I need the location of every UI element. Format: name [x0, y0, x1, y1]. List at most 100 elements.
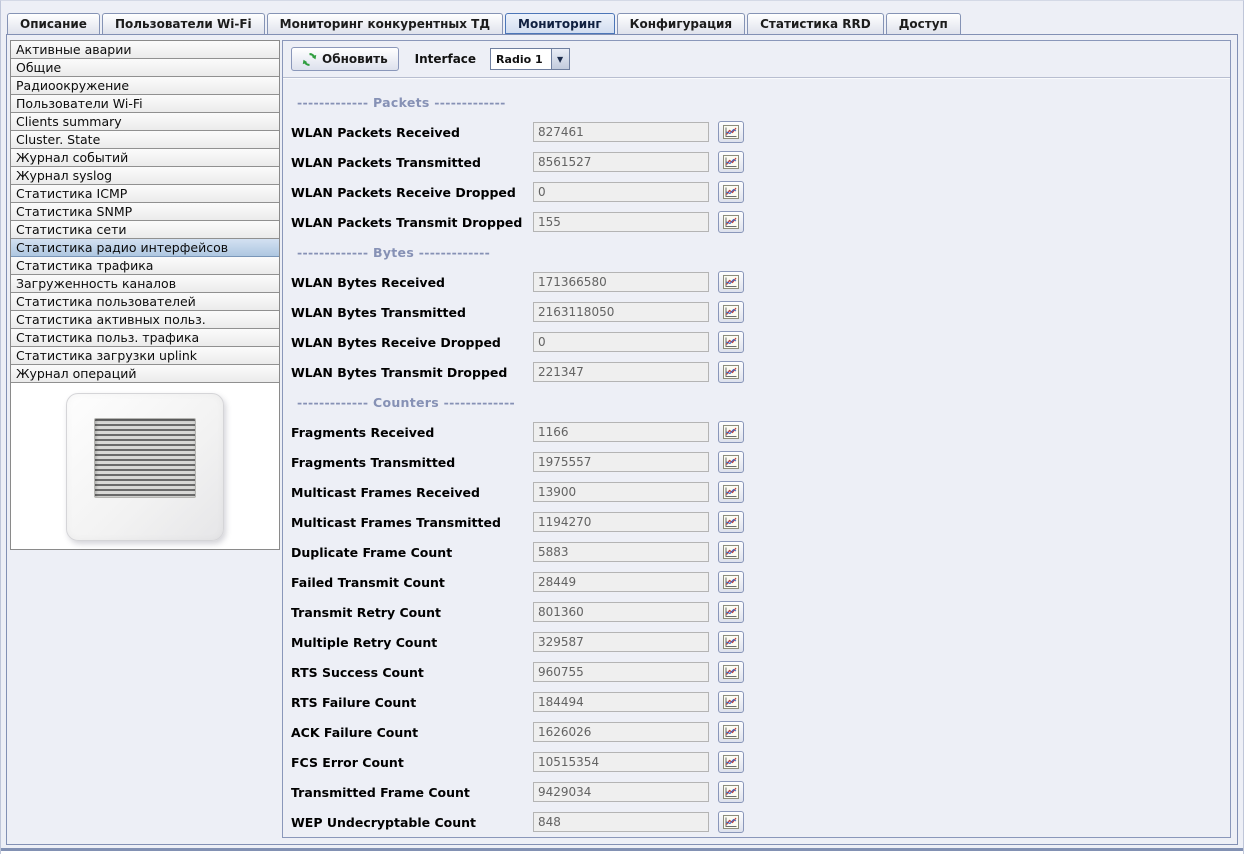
- refresh-button[interactable]: Обновить: [291, 47, 399, 71]
- sidebar-item[interactable]: Радиоокружение: [11, 77, 279, 95]
- chart-button[interactable]: [718, 751, 744, 773]
- stat-value-field[interactable]: [533, 272, 709, 292]
- stat-value-field[interactable]: [533, 302, 709, 322]
- tab-3[interactable]: Мониторинг: [505, 13, 615, 34]
- stat-value-field[interactable]: [533, 752, 709, 772]
- stat-label: Fragments Received: [291, 425, 533, 440]
- chart-button[interactable]: [718, 661, 744, 683]
- chart-button[interactable]: [718, 721, 744, 743]
- chart-button[interactable]: [718, 811, 744, 833]
- chart-button[interactable]: [718, 121, 744, 143]
- stat-value-field[interactable]: [533, 812, 709, 832]
- sidebar-item[interactable]: Статистика радио интерфейсов: [11, 239, 279, 257]
- stat-value-field[interactable]: [533, 422, 709, 442]
- tab-5[interactable]: Статистика RRD: [747, 13, 884, 34]
- stat-label: Failed Transmit Count: [291, 575, 533, 590]
- sidebar-item[interactable]: Загруженность каналов: [11, 275, 279, 293]
- chart-button[interactable]: [718, 211, 744, 233]
- sidebar-item[interactable]: Cluster. State: [11, 131, 279, 149]
- sidebar-item[interactable]: Статистика загрузки uplink: [11, 347, 279, 365]
- chart-icon: [723, 365, 739, 379]
- chart-icon: [723, 665, 739, 679]
- stat-row: WEP Undecryptable Count: [291, 807, 1230, 837]
- sidebar-item[interactable]: Общие: [11, 59, 279, 77]
- stat-value-field[interactable]: [533, 692, 709, 712]
- chart-button[interactable]: [718, 631, 744, 653]
- stat-label: WLAN Bytes Transmitted: [291, 305, 533, 320]
- chart-button[interactable]: [718, 481, 744, 503]
- sidebar-item[interactable]: Журнал событий: [11, 149, 279, 167]
- stat-label: RTS Failure Count: [291, 695, 533, 710]
- content-frame: Активные аварииОбщиеРадиоокружениеПользо…: [6, 34, 1238, 845]
- chart-button[interactable]: [718, 181, 744, 203]
- stat-value-field[interactable]: [533, 452, 709, 472]
- stat-row: WLAN Bytes Transmit Dropped: [291, 357, 1230, 387]
- chevron-down-icon[interactable]: ▼: [551, 49, 569, 69]
- stat-value-field[interactable]: [533, 662, 709, 682]
- chart-button[interactable]: [718, 151, 744, 173]
- chart-icon: [723, 455, 739, 469]
- sidebar-nav-list: Активные аварииОбщиеРадиоокружениеПользо…: [11, 41, 279, 383]
- stat-label: RTS Success Count: [291, 665, 533, 680]
- sidebar-item[interactable]: Статистика польз. трафика: [11, 329, 279, 347]
- tab-2[interactable]: Мониторинг конкурентных ТД: [267, 13, 503, 34]
- stat-value-field[interactable]: [533, 152, 709, 172]
- stat-value-field[interactable]: [533, 542, 709, 562]
- chart-icon: [723, 605, 739, 619]
- stat-value-field[interactable]: [533, 332, 709, 352]
- stat-row: WLAN Packets Transmit Dropped: [291, 207, 1230, 237]
- tab-0[interactable]: Описание: [7, 13, 100, 34]
- stat-value-field[interactable]: [533, 632, 709, 652]
- stat-row: WLAN Packets Transmitted: [291, 147, 1230, 177]
- stat-label: Transmit Retry Count: [291, 605, 533, 620]
- sidebar-item[interactable]: Статистика активных польз.: [11, 311, 279, 329]
- sidebar-item[interactable]: Статистика сети: [11, 221, 279, 239]
- stat-row: WLAN Packets Receive Dropped: [291, 177, 1230, 207]
- stat-value-field[interactable]: [533, 782, 709, 802]
- stat-value-field[interactable]: [533, 362, 709, 382]
- tab-1[interactable]: Пользователи Wi-Fi: [102, 13, 265, 34]
- sidebar-item[interactable]: Активные аварии: [11, 41, 279, 59]
- chart-button[interactable]: [718, 301, 744, 323]
- stat-value-field[interactable]: [533, 602, 709, 622]
- stat-row: Multicast Frames Received: [291, 477, 1230, 507]
- stat-value-field[interactable]: [533, 212, 709, 232]
- chart-button[interactable]: [718, 781, 744, 803]
- chart-button[interactable]: [718, 331, 744, 353]
- chart-button[interactable]: [718, 421, 744, 443]
- stat-value-field[interactable]: [533, 572, 709, 592]
- chart-button[interactable]: [718, 601, 744, 623]
- interface-label: Interface: [415, 52, 476, 66]
- tab-4[interactable]: Конфигурация: [617, 13, 745, 34]
- sidebar-item[interactable]: Пользователи Wi-Fi: [11, 95, 279, 113]
- chart-icon: [723, 185, 739, 199]
- chart-icon: [723, 515, 739, 529]
- sidebar-item[interactable]: Clients summary: [11, 113, 279, 131]
- chart-button[interactable]: [718, 511, 744, 533]
- sidebar-item[interactable]: Журнал syslog: [11, 167, 279, 185]
- chart-icon: [723, 275, 739, 289]
- tab-6[interactable]: Доступ: [886, 13, 961, 34]
- stat-value-field[interactable]: [533, 182, 709, 202]
- sidebar-item[interactable]: Статистика трафика: [11, 257, 279, 275]
- sidebar-item[interactable]: Статистика ICMP: [11, 185, 279, 203]
- stat-value-field[interactable]: [533, 722, 709, 742]
- stat-row: Transmitted Frame Count: [291, 777, 1230, 807]
- access-point-image: [66, 393, 224, 541]
- sidebar-item[interactable]: Статистика SNMP: [11, 203, 279, 221]
- chart-button[interactable]: [718, 541, 744, 563]
- sidebar-item[interactable]: Статистика пользователей: [11, 293, 279, 311]
- stat-value-field[interactable]: [533, 482, 709, 502]
- chart-button[interactable]: [718, 271, 744, 293]
- chart-button[interactable]: [718, 691, 744, 713]
- sidebar-item[interactable]: Журнал операций: [11, 365, 279, 383]
- stat-row: RTS Failure Count: [291, 687, 1230, 717]
- stat-value-field[interactable]: [533, 122, 709, 142]
- chart-button[interactable]: [718, 361, 744, 383]
- stat-row: WLAN Bytes Transmitted: [291, 297, 1230, 327]
- interface-select[interactable]: Radio 1 ▼: [490, 48, 570, 70]
- chart-button[interactable]: [718, 571, 744, 593]
- stat-value-field[interactable]: [533, 512, 709, 532]
- stat-row: Failed Transmit Count: [291, 567, 1230, 597]
- chart-button[interactable]: [718, 451, 744, 473]
